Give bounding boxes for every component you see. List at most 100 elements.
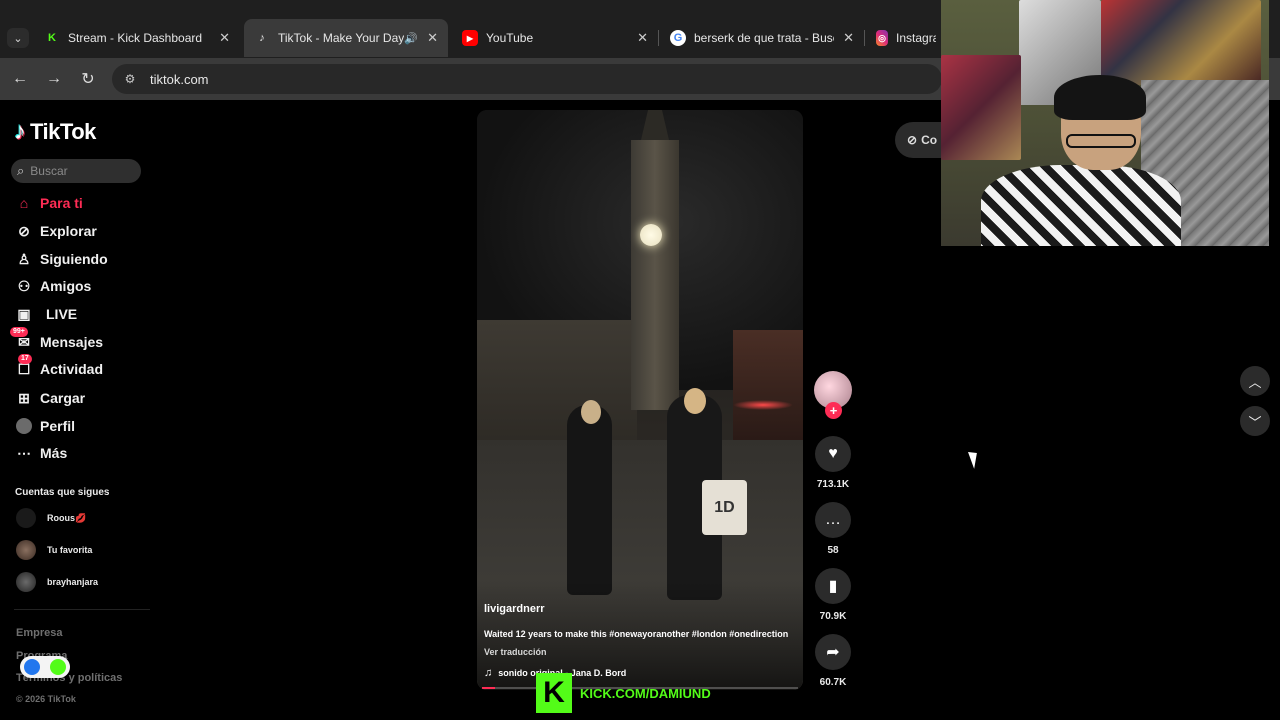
nav-amigos[interactable]: ⚇ Amigos — [14, 275, 92, 297]
video-clock-tower — [631, 140, 679, 410]
wall-poster — [1101, 0, 1261, 85]
link-icon: ⊘ — [907, 133, 918, 147]
tab-search-chevron-icon[interactable]: ⌄ — [7, 28, 29, 48]
video-clock-face — [640, 224, 662, 246]
previous-video-button[interactable]: ︿ — [1240, 366, 1270, 396]
tab-tiktok[interactable]: ♪ TikTok - Make Your Day 🔊 ✕ — [244, 19, 448, 57]
tab-instagram[interactable]: ◎ Instagram — [866, 19, 946, 57]
music-note-icon: ♫ — [484, 667, 493, 679]
instagram-icon: ◎ — [876, 30, 888, 46]
webcam-shirt — [981, 165, 1181, 246]
webcam-overlay — [941, 0, 1269, 246]
search-input[interactable] — [30, 164, 126, 178]
more-icon: ⋯ — [17, 444, 31, 461]
share-button[interactable]: ➦ 60.7K — [815, 634, 851, 688]
comment-count: 58 — [827, 545, 839, 556]
like-count: 713.1K — [816, 479, 850, 490]
following-section-title: Cuentas que sigues — [15, 487, 110, 498]
nav-perfil[interactable]: Perfil — [14, 415, 75, 437]
profile-avatar — [14, 418, 34, 434]
share-count: 60.7K — [819, 677, 847, 688]
avatar — [16, 572, 36, 592]
tab-youtube[interactable]: ▶ YouTube ✕ — [452, 19, 658, 57]
comment-button[interactable]: … 58 — [815, 502, 851, 556]
tab-separator — [658, 30, 659, 46]
reload-icon[interactable]: ↻ — [76, 67, 100, 91]
following-account[interactable]: Roous💋 — [16, 508, 86, 528]
messages-icon: ✉ 99+ — [10, 326, 34, 351]
activity-badge: 17 — [18, 353, 32, 364]
avatar — [16, 540, 36, 560]
tiktok-note-icon: ♪ — [14, 118, 26, 145]
tiktok-icon: ♪ — [259, 32, 265, 44]
see-translation-link[interactable]: Ver traducción — [484, 647, 547, 657]
video-player[interactable]: 1D livigardnerr Waited 12 years to make … — [477, 110, 803, 690]
nav-siguiendo[interactable]: ♙ Siguiendo — [14, 248, 108, 270]
chevron-up-icon: ︿ — [1248, 374, 1262, 390]
home-icon: ⌂ — [19, 195, 29, 211]
footer-copyright: © 2026 TikTok — [16, 694, 76, 704]
video-progress-fill — [482, 687, 495, 689]
activity-icon: ☐ 17 — [17, 353, 32, 377]
video-author[interactable]: livigardnerr — [484, 603, 545, 615]
bookmark-icon: ▮ — [815, 568, 851, 604]
widget-dot-icon — [24, 659, 40, 675]
close-icon[interactable]: ✕ — [843, 30, 854, 46]
tab-kick-dashboard[interactable]: K Stream - Kick Dashboard ✕ — [34, 19, 240, 57]
close-icon[interactable]: ✕ — [427, 30, 438, 46]
speaker-icon[interactable]: 🔊 — [404, 32, 418, 45]
stream-toggle-widget — [20, 656, 70, 678]
nav-live[interactable]: ▣ LIVE — [14, 303, 77, 325]
close-icon[interactable]: ✕ — [637, 30, 648, 46]
video-person-head — [581, 400, 601, 424]
video-lights — [733, 400, 793, 410]
search-icon: ⌕ — [17, 163, 25, 178]
tab-google-search[interactable]: G berserk de que trata - Busca ✕ — [660, 19, 864, 57]
close-icon[interactable]: ✕ — [219, 30, 230, 46]
mouse-cursor-icon — [968, 449, 982, 469]
save-count: 70.9K — [819, 611, 847, 622]
compass-icon: ⊘ — [18, 222, 30, 239]
follow-plus-icon[interactable]: + — [825, 402, 842, 419]
nav-mas[interactable]: ⋯ Más — [14, 442, 67, 464]
save-button[interactable]: ▮ 70.9K — [815, 568, 851, 622]
video-person-head — [684, 388, 706, 414]
nav-cargar[interactable]: ⊞ Cargar — [14, 387, 85, 409]
tab-separator — [864, 30, 865, 46]
following-icon: ♙ — [17, 250, 31, 267]
nav-actividad[interactable]: ☐ 17 Actividad — [14, 353, 103, 380]
video-spire — [641, 110, 669, 140]
share-arrow-icon: ➦ — [815, 634, 851, 670]
video-person — [567, 405, 612, 595]
video-tote-bag: 1D — [702, 480, 747, 535]
search-box[interactable]: ⌕ — [11, 159, 141, 183]
wall-poster — [941, 55, 1021, 160]
nav-mensajes[interactable]: ✉ 99+ Mensajes — [10, 326, 103, 353]
back-arrow-icon[interactable]: ← — [8, 67, 32, 91]
widget-power-icon — [50, 659, 66, 675]
nav-para-ti[interactable]: ⌂ Para ti — [14, 192, 83, 214]
footer-link-empresa[interactable]: Empresa — [16, 627, 62, 639]
live-icon: ▣ — [17, 305, 31, 322]
following-account[interactable]: Tu favorita — [16, 540, 92, 560]
youtube-icon: ▶ — [462, 30, 478, 46]
url-omnibox[interactable]: ⚙ tiktok.com — [112, 64, 942, 94]
like-button[interactable]: ♥ 713.1K — [815, 436, 851, 490]
webcam-hair — [1054, 75, 1146, 120]
following-account[interactable]: brayhanjara — [16, 572, 98, 592]
kick-logo: K — [536, 673, 572, 713]
comment-icon: … — [815, 502, 851, 538]
forward-arrow-icon[interactable]: → — [42, 67, 66, 91]
webcam-glasses — [1066, 134, 1136, 148]
tiktok-logo[interactable]: ♪ TikTok — [14, 118, 96, 146]
upload-icon: ⊞ — [18, 389, 30, 406]
messages-badge: 99+ — [10, 326, 28, 337]
next-video-button[interactable]: ﹀ — [1240, 406, 1270, 436]
site-settings-icon[interactable]: ⚙ — [122, 71, 138, 87]
avatar — [16, 508, 36, 528]
kick-url: KICK.COM/DAMIUND — [580, 685, 711, 701]
video-caption: Waited 12 years to make this #onewayoran… — [484, 629, 789, 639]
sidebar-divider — [14, 609, 150, 610]
nav-explorar[interactable]: ⊘ Explorar — [14, 220, 97, 242]
chevron-down-icon: ﹀ — [1248, 414, 1262, 430]
